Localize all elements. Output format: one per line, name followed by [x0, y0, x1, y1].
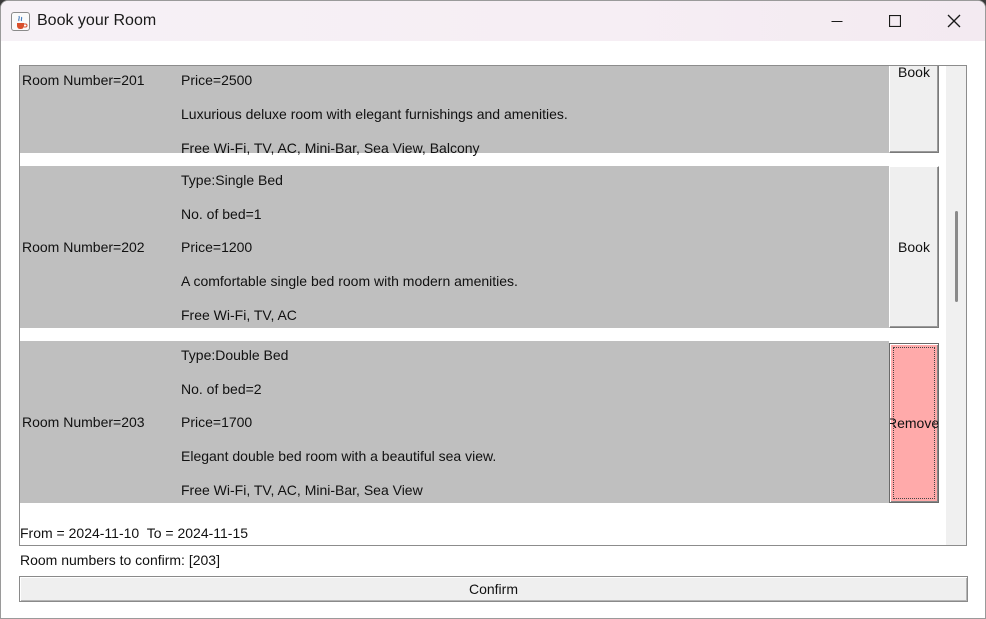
app-window: Book your Room Room Number=201 Price=250…	[0, 0, 986, 619]
book-button-label: Book	[898, 65, 930, 80]
maximize-button[interactable]	[866, 1, 924, 41]
close-icon	[947, 14, 961, 28]
room-panel-202: Room Number=202 Type:Single Bed No. of b…	[20, 166, 889, 328]
confirm-button[interactable]: Confirm	[19, 576, 968, 602]
room-panel-203: Room Number=203 Type:Double Bed No. of b…	[20, 341, 889, 503]
room-bed-count: No. of bed=1	[181, 206, 262, 222]
scrollbar-thumb[interactable]	[955, 211, 958, 302]
room-description: A comfortable single bed room with moder…	[181, 273, 518, 289]
room-type: Type:Single Bed	[181, 172, 283, 188]
room-amenities: Free Wi-Fi, TV, AC, Mini-Bar, Sea View, …	[181, 140, 480, 156]
room-number-label: Room Number=201	[22, 72, 145, 88]
room-type: Type:Double Bed	[181, 347, 289, 363]
room-price: Price=1700	[181, 414, 253, 430]
room-bed-count: No. of bed=2	[181, 381, 262, 397]
main-content: Room Number=201 Price=2500 Luxurious del…	[1, 41, 985, 618]
confirm-button-label: Confirm	[468, 581, 518, 597]
book-button-202[interactable]: Book	[889, 166, 939, 328]
room-panel-201: Room Number=201 Price=2500 Luxurious del…	[20, 66, 889, 156]
room-amenities: Free Wi-Fi, TV, AC, Mini-Bar, Sea View	[181, 482, 423, 498]
maximize-icon	[889, 15, 901, 27]
booking-dates-label: From = 2024-11-10 To = 2024-11-15	[20, 525, 249, 541]
focus-indicator	[893, 347, 935, 499]
close-button[interactable]	[925, 1, 983, 41]
window-title: Book your Room	[37, 12, 157, 29]
rooms-to-confirm-label: Room numbers to confirm: [203]	[20, 552, 220, 568]
room-number-label: Room Number=203	[22, 414, 145, 430]
rooms-scroll-pane[interactable]: Room Number=201 Price=2500 Luxurious del…	[19, 65, 967, 546]
minimize-icon	[831, 21, 843, 22]
room-price: Price=1200	[181, 239, 253, 255]
room-amenities: Free Wi-Fi, TV, AC	[181, 307, 297, 323]
rooms-list: Room Number=201 Price=2500 Luxurious del…	[20, 66, 946, 545]
book-button-201[interactable]: Book	[889, 65, 939, 153]
minimize-button[interactable]	[808, 1, 866, 41]
room-description: Luxurious deluxe room with elegant furni…	[181, 106, 568, 122]
room-price: Price=2500	[181, 72, 253, 88]
title-bar[interactable]: Book your Room	[1, 1, 985, 41]
room-description: Elegant double bed room with a beautiful…	[181, 448, 497, 464]
java-cup-icon	[11, 12, 30, 31]
vertical-scrollbar[interactable]	[946, 66, 966, 545]
remove-button-203[interactable]: Remove	[889, 343, 939, 503]
book-button-label: Book	[898, 239, 930, 255]
room-number-label: Room Number=202	[22, 239, 145, 255]
